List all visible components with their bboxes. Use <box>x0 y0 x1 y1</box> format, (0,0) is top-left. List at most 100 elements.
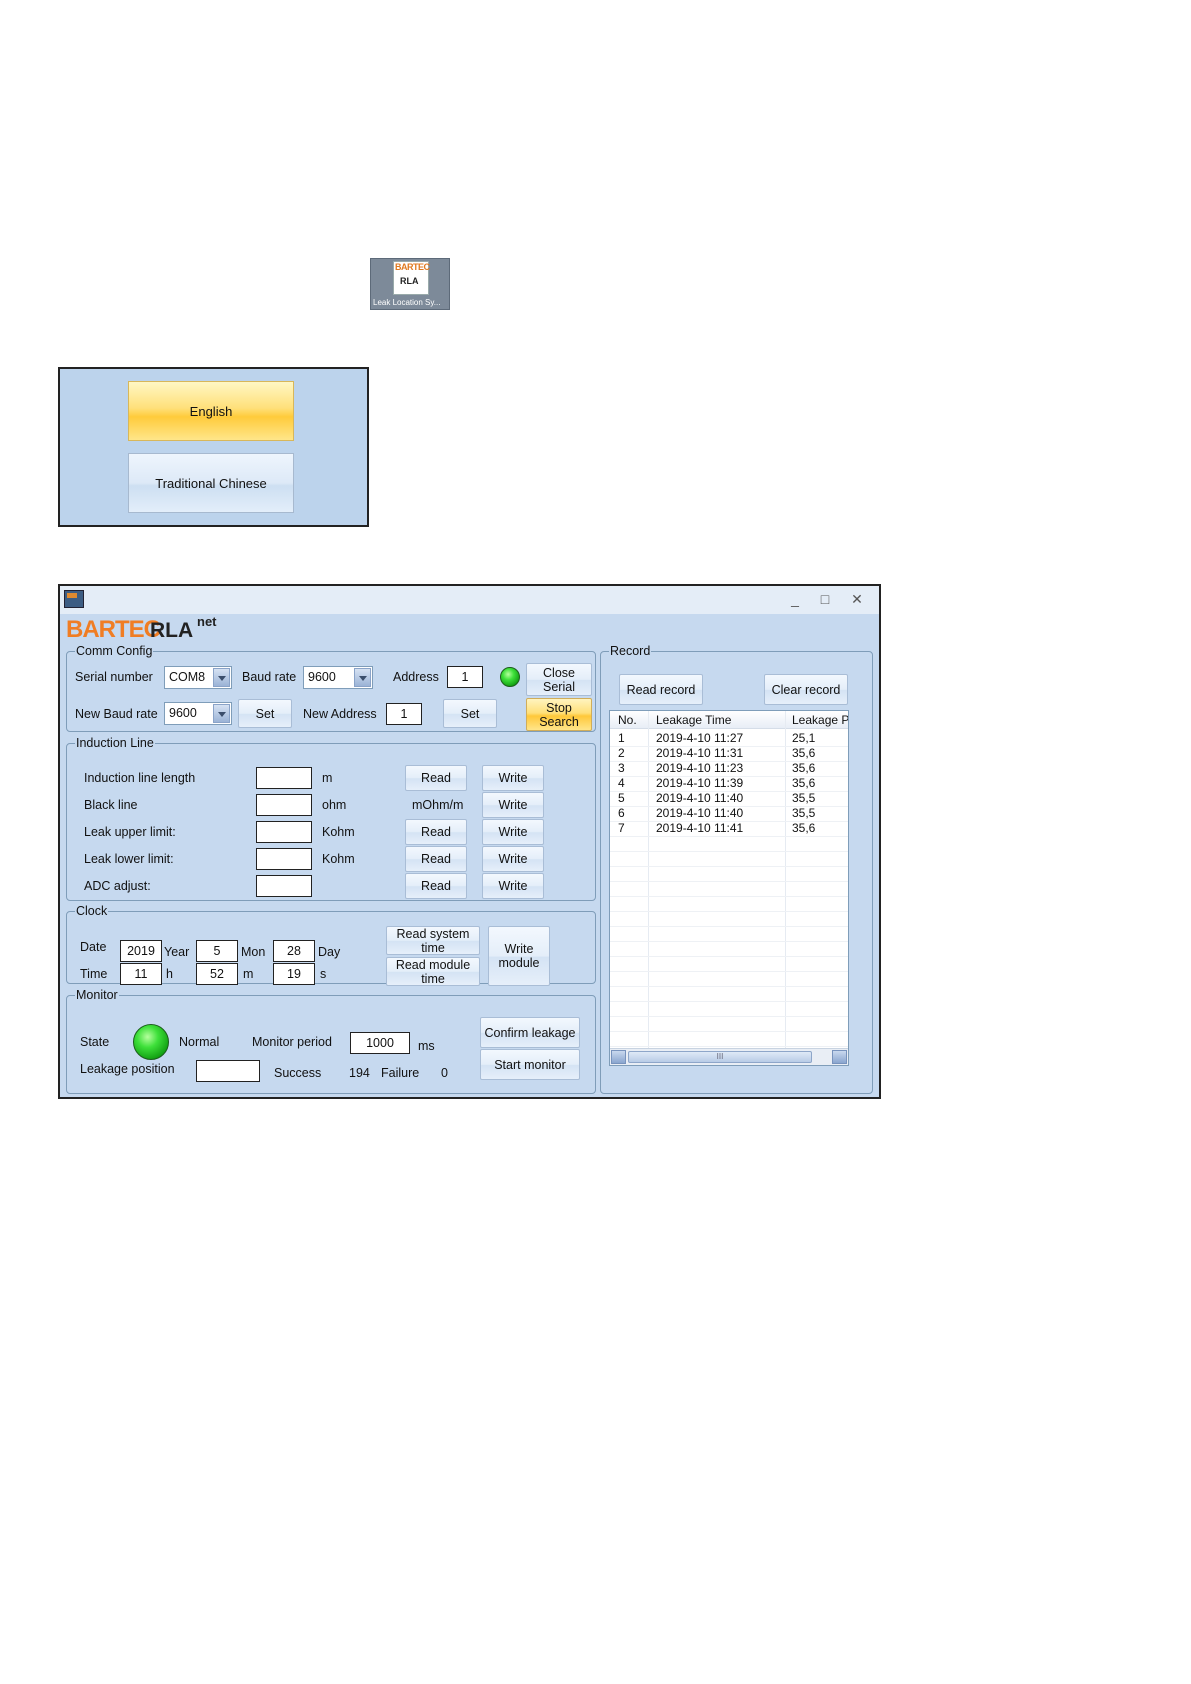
black-line-input[interactable] <box>256 794 312 816</box>
address-input[interactable]: 1 <box>447 666 483 688</box>
row-gridline <box>610 941 848 942</box>
success-label: Success <box>274 1066 322 1080</box>
record-time: 2019-4-10 11:27 <box>656 731 744 745</box>
app-icon <box>64 590 84 608</box>
new-address-input[interactable]: 1 <box>386 703 422 725</box>
clock-legend: Clock <box>76 904 108 918</box>
induction-length-input[interactable] <box>256 767 312 789</box>
chevron-down-icon[interactable] <box>354 668 371 687</box>
hour-label: h <box>166 967 173 981</box>
scroll-thumb[interactable]: III <box>628 1051 812 1063</box>
serial-number-select[interactable]: COM8 <box>164 666 232 689</box>
chevron-down-icon[interactable] <box>213 704 230 723</box>
leakage-position-input[interactable] <box>196 1060 260 1082</box>
record-pos: 35,6 <box>792 761 816 775</box>
month-label: Mon <box>241 945 266 959</box>
record-legend: Record <box>610 644 651 658</box>
comm-config-legend: Comm Config <box>76 644 153 658</box>
read-record-button[interactable]: Read record <box>619 674 703 705</box>
set-address-button[interactable]: Set <box>443 699 497 728</box>
induction-length-write-button[interactable]: Write <box>482 765 544 791</box>
leak-upper-limit-label: Leak upper limit: <box>84 825 176 839</box>
black-line-unit: ohm <box>322 798 347 812</box>
leakage-position-label: Leakage position <box>80 1062 175 1076</box>
desktop-shortcut-caption: Leak Location Sy... <box>373 298 441 307</box>
column-header-leakage-pos[interactable]: Leakage Pos <box>792 713 848 727</box>
adc-adjust-read-button[interactable]: Read <box>405 873 467 899</box>
row-gridline <box>610 956 848 957</box>
record-no: 4 <box>618 776 625 790</box>
new-baud-rate-value: 9600 <box>169 706 197 720</box>
serial-number-value: COM8 <box>169 670 206 684</box>
black-line-unit2: mOhm/m <box>412 798 464 812</box>
monitor-period-input[interactable]: 1000 <box>350 1032 410 1054</box>
read-system-time-button[interactable]: Read system time <box>386 926 480 955</box>
new-address-label: New Address <box>303 707 377 721</box>
state-label: State <box>80 1035 110 1049</box>
month-input[interactable]: 5 <box>196 940 238 962</box>
start-monitor-button[interactable]: Start monitor <box>480 1049 580 1080</box>
maximize-button[interactable]: □ <box>814 590 836 608</box>
chevron-down-icon[interactable] <box>213 668 230 687</box>
baud-rate-select[interactable]: 9600 <box>303 666 373 689</box>
date-label: Date <box>80 940 107 954</box>
close-button[interactable]: ✕ <box>846 590 868 608</box>
adc-adjust-write-button[interactable]: Write <box>482 873 544 899</box>
leak-upper-limit-read-button[interactable]: Read <box>405 819 467 845</box>
leak-lower-limit-input[interactable] <box>256 848 312 870</box>
second-label: s <box>320 967 327 981</box>
leak-upper-limit-input[interactable] <box>256 821 312 843</box>
minimize-button[interactable]: _ <box>784 590 806 608</box>
record-pos: 25,1 <box>792 731 816 745</box>
leak-upper-limit-write-button[interactable]: Write <box>482 819 544 845</box>
row-gridline <box>610 1046 848 1047</box>
new-baud-rate-select[interactable]: 9600 <box>164 702 232 725</box>
scroll-left-arrow-icon[interactable] <box>611 1050 626 1064</box>
second-input[interactable]: 19 <box>273 963 315 985</box>
row-gridline <box>610 851 848 852</box>
record-time: 2019-4-10 11:40 <box>656 791 744 805</box>
set-baud-button[interactable]: Set <box>238 699 292 728</box>
record-no: 5 <box>618 791 625 805</box>
hour-input[interactable]: 11 <box>120 963 162 985</box>
black-line-write-button[interactable]: Write <box>482 792 544 818</box>
time-label: Time <box>80 967 108 981</box>
product-name-superscript: net <box>197 614 217 629</box>
record-time: 2019-4-10 11:40 <box>656 806 744 820</box>
failure-count: 0 <box>441 1066 448 1080</box>
clear-record-button[interactable]: Clear record <box>764 674 848 705</box>
leak-lower-limit-label: Leak lower limit: <box>84 852 174 866</box>
scroll-right-arrow-icon[interactable] <box>832 1050 847 1064</box>
column-header-no[interactable]: No. <box>618 713 637 727</box>
day-input[interactable]: 28 <box>273 940 315 962</box>
adc-adjust-input[interactable] <box>256 875 312 897</box>
record-no: 3 <box>618 761 625 775</box>
row-gridline <box>610 896 848 897</box>
horizontal-scrollbar[interactable]: III <box>610 1048 848 1065</box>
traditional-chinese-button[interactable]: Traditional Chinese <box>128 453 294 513</box>
state-indicator-led-icon <box>133 1024 169 1060</box>
success-count: 194 <box>349 1066 370 1080</box>
close-serial-button[interactable]: Close Serial <box>526 663 592 696</box>
read-module-time-button[interactable]: Read module time <box>386 957 480 986</box>
monitor-legend: Monitor <box>76 988 118 1002</box>
leak-lower-limit-write-button[interactable]: Write <box>482 846 544 872</box>
leak-lower-limit-read-button[interactable]: Read <box>405 846 467 872</box>
induction-length-label: Induction line length <box>84 771 196 785</box>
stop-search-button[interactable]: Stop Search <box>526 698 592 731</box>
desktop-shortcut-icon[interactable]: BARTEC RLA Leak Location Sy... <box>370 258 450 310</box>
induction-length-read-button[interactable]: Read <box>405 765 467 791</box>
confirm-leakage-button[interactable]: Confirm leakage <box>480 1017 580 1048</box>
write-module-button[interactable]: Write module <box>488 926 550 986</box>
row-gridline <box>610 911 848 912</box>
english-button[interactable]: English <box>128 381 294 441</box>
minute-input[interactable]: 52 <box>196 963 238 985</box>
year-input[interactable]: 2019 <box>120 940 162 962</box>
year-label: Year <box>164 945 190 959</box>
state-value: Normal <box>179 1035 220 1049</box>
leak-upper-limit-unit: Kohm <box>322 825 355 839</box>
black-line-label: Black line <box>84 798 138 812</box>
rla-logo-icon: BARTEC RLA <box>393 261 430 295</box>
record-table[interactable]: No. Leakage Time Leakage Pos 1 2019-4-10 … <box>609 710 849 1066</box>
column-header-leakage-time[interactable]: Leakage Time <box>656 713 731 727</box>
